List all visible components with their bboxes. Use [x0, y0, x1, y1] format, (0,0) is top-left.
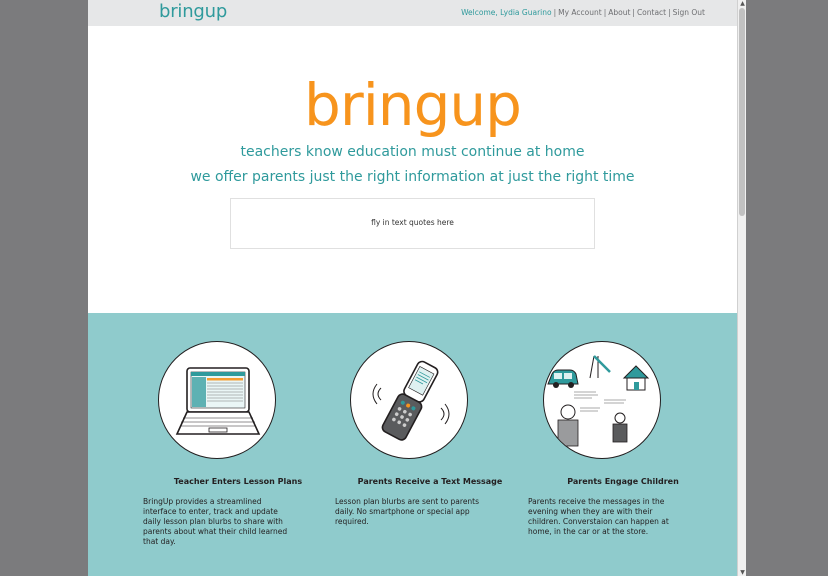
quote-box: fly in text quotes here: [230, 198, 595, 249]
nav-about[interactable]: About: [608, 8, 630, 17]
page: bringup Welcome, Lydia Guarino | My Accoun…: [88, 0, 737, 576]
laptop-icon: [158, 341, 276, 459]
hero-tagline-1: teachers know education must continue at…: [240, 144, 585, 160]
features-section: Teacher Enters Lesson Plans BringUp prov…: [88, 313, 737, 576]
quote-text: fly in text quotes here: [371, 218, 454, 227]
top-bar: bringup Welcome, Lydia Guarino | My Accoun…: [88, 0, 737, 26]
nav-my-account[interactable]: My Account: [558, 8, 602, 17]
nav-sign-out[interactable]: Sign Out: [673, 8, 705, 17]
nav-separator: |: [632, 8, 635, 17]
flip-phone-icon: [350, 341, 468, 459]
feature-title: Teacher Enters Lesson Plans: [173, 477, 303, 486]
family-scene-icon: [543, 341, 661, 459]
scrollbar-thumb[interactable]: [739, 8, 745, 216]
nav-separator: |: [553, 8, 557, 17]
feature-text: Parents receive the messages in the even…: [528, 497, 669, 536]
feature-text: Lesson plan blurbs are sent to parents d…: [335, 497, 480, 526]
nav-separator: |: [668, 8, 671, 17]
feature-title: Parents Receive a Text Message: [357, 477, 503, 486]
vertical-scrollbar[interactable]: ▲ ▼: [737, 0, 746, 576]
scroll-up-icon[interactable]: ▲: [739, 0, 746, 7]
feature-text: BringUp provides a streamlined interface…: [143, 497, 288, 546]
hero-tagline-2: we offer parents just the right informat…: [190, 169, 635, 185]
welcome-text: Welcome, Lydia Guarino: [461, 8, 552, 17]
top-nav: Welcome, Lydia Guarino | My Account | About |…: [461, 8, 705, 17]
scroll-down-icon[interactable]: ▼: [739, 569, 746, 576]
hero-section: bringup teachers know education must con…: [88, 26, 737, 313]
header-logo[interactable]: bringup: [159, 1, 227, 22]
hero-logo: bringup: [304, 71, 522, 139]
nav-contact[interactable]: Contact: [637, 8, 666, 17]
nav-separator: |: [603, 8, 607, 17]
feature-title: Parents Engage Children: [567, 477, 679, 486]
